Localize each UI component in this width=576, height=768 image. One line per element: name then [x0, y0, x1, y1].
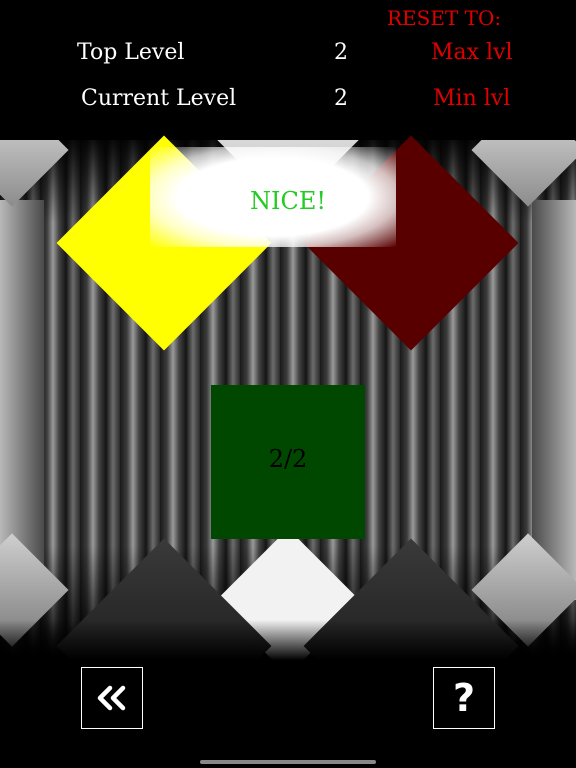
right-wall [532, 200, 576, 600]
reset-title: RESET TO: [387, 6, 502, 30]
level-progress: 2/2 [268, 445, 308, 473]
feedback-text: NICE! [249, 187, 326, 215]
help-button[interactable]: ? [433, 667, 495, 729]
background-diamond [471, 140, 576, 207]
reset-min-level-button[interactable]: Min lvl [433, 86, 510, 111]
double-chevron-left-icon [97, 685, 126, 711]
current-level-value: 2 [334, 86, 348, 111]
top-level-value: 2 [334, 40, 348, 65]
home-indicator [200, 760, 376, 764]
background-diamond [0, 140, 69, 207]
reset-max-level-button[interactable]: Max lvl [431, 40, 513, 65]
current-level-label: Current Level [81, 86, 237, 111]
top-level-label: Top Level [77, 40, 185, 65]
bottom-fade [0, 620, 576, 660]
question-mark-icon: ? [452, 676, 476, 720]
back-button[interactable] [81, 667, 143, 729]
